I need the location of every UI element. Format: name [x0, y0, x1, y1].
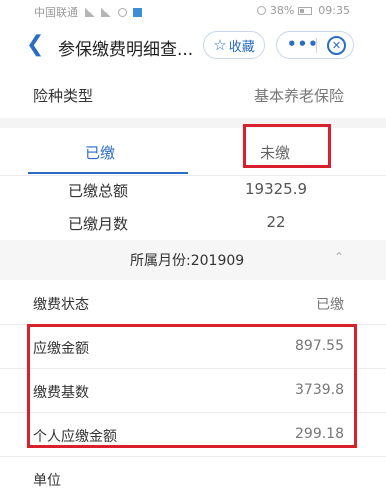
favorite-button[interactable]: ☆ 收藏 [203, 31, 265, 59]
unit-label: 单位 [33, 473, 61, 489]
battery-percent: 38% [269, 4, 295, 17]
total-paid-label: 已缴总额 [68, 182, 129, 200]
months-paid-label: 已缴月数 [68, 215, 129, 233]
favorite-label: 收藏 [228, 39, 255, 55]
location-icon [117, 8, 127, 17]
star-icon: ☆ [213, 36, 227, 54]
status-right: 38% 09:35 [254, 4, 350, 17]
highlight-box-details [27, 324, 357, 448]
signal-icon [84, 8, 95, 17]
detail-row-unit: 单位 [0, 457, 386, 492]
payment-status-label: 缴费状态 [33, 297, 89, 313]
nav-bar: ❮ 参保缴费明细查... ☆ 收藏 ••• ✕ [0, 22, 386, 70]
close-circle-icon[interactable]: ✕ [327, 36, 346, 55]
status-bar: 中国联通 38% 09:35 [0, 0, 386, 22]
page-title: 参保缴费明细查... [58, 40, 194, 60]
month-section-header[interactable]: 所属月份:201909 ⌃ [0, 240, 386, 280]
more-dots-icon[interactable]: ••• [287, 35, 319, 53]
insurance-type-value: 基本养老保险 [253, 87, 344, 105]
active-tab-indicator [28, 172, 188, 174]
back-chevron-icon[interactable]: ❮ [26, 32, 44, 57]
insurance-type-row[interactable]: 险种类型 基本养老保险 [0, 70, 386, 118]
tab-paid[interactable]: 已缴 [85, 142, 115, 163]
carrier-text: 中国联通 [34, 6, 78, 19]
chevron-up-icon[interactable]: ⌃ [334, 250, 344, 264]
payment-status-value: 已缴 [316, 297, 344, 313]
months-paid-value: 22 [266, 213, 286, 231]
battery-icon [297, 7, 312, 15]
highlight-box-unpaid-tab [243, 124, 331, 168]
detail-row-status: 缴费状态 已缴 [0, 281, 386, 325]
app-notification-icon [133, 8, 142, 17]
miniapp-capsule: ••• ✕ [276, 31, 354, 59]
status-left: 中国联通 [34, 4, 142, 20]
total-paid-value: 19325.9 [244, 180, 308, 198]
wifi-icon [101, 8, 111, 17]
month-label: 所属月份:201909 [130, 253, 245, 269]
capsule-divider [316, 38, 317, 53]
alarm-icon [257, 6, 267, 15]
clock: 09:35 [318, 4, 350, 17]
insurance-type-label: 险种类型 [33, 87, 94, 105]
